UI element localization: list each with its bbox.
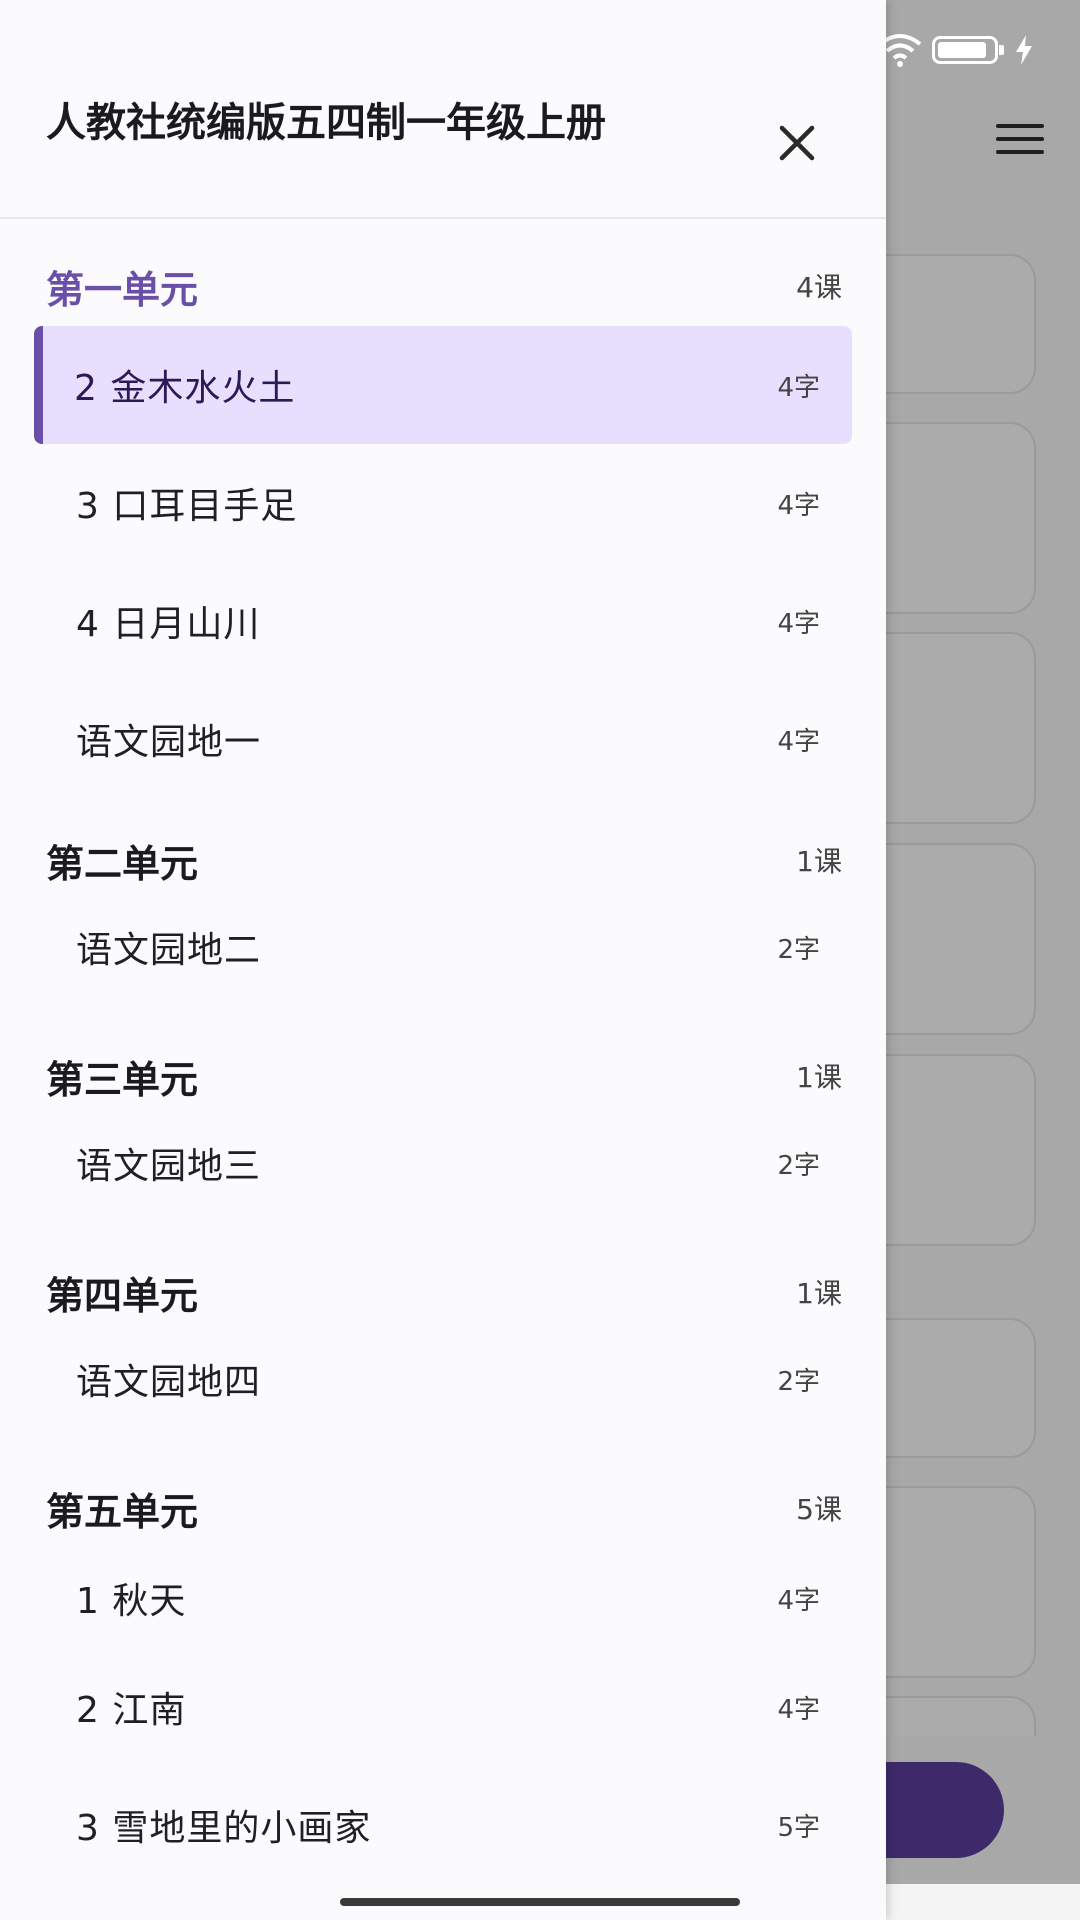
lesson-name: 语文园地二: [76, 930, 262, 971]
bottom-bar: [886, 1884, 1080, 1920]
lesson-item[interactable]: 4 日月山川 4字: [34, 562, 852, 680]
lesson-char-count: 4字: [777, 1694, 820, 1725]
lesson-char-count: 2字: [777, 1150, 820, 1181]
lesson-name: 4 日月山川: [76, 604, 261, 645]
lesson-item[interactable]: 语文园地三 2字: [34, 1116, 852, 1210]
unit-title: 第三单元: [46, 1057, 199, 1102]
lesson-item[interactable]: 3 口耳目手足 4字: [34, 444, 852, 562]
lesson-name: 语文园地四: [76, 1362, 262, 1403]
charging-icon: [1016, 35, 1032, 65]
unit-lesson-count: 1课: [796, 1061, 842, 1094]
lesson-char-count: 2字: [777, 1366, 820, 1397]
unit-title: 第一单元: [46, 267, 199, 312]
unit-title: 第五单元: [46, 1489, 199, 1534]
background-card[interactable]: [860, 422, 1036, 614]
lesson-item[interactable]: 语文园地四 2字: [34, 1332, 852, 1426]
unit-title: 第二单元: [46, 841, 199, 886]
unit-title: 第四单元: [46, 1273, 199, 1318]
lesson-item[interactable]: 2 金木水火土 4字: [34, 326, 852, 444]
lesson-item[interactable]: 2 江南 4字: [34, 1648, 852, 1766]
battery-icon: [932, 36, 1004, 64]
status-bar-icons: [878, 30, 1034, 70]
background-card[interactable]: [860, 632, 1036, 824]
lesson-item[interactable]: 语文园地一 4字: [34, 680, 852, 798]
background-card[interactable]: [860, 1696, 1036, 1736]
lesson-name: 2 金木水火土: [74, 368, 296, 409]
lesson-item[interactable]: 3 雪地里的小画家 5字: [34, 1766, 852, 1884]
background-card[interactable]: [860, 843, 1036, 1035]
drawer-header: 人教社统编版五四制一年级上册: [0, 0, 886, 219]
lesson-item[interactable]: 1 秋天 4字: [34, 1548, 852, 1648]
unit-lesson-count: 4课: [796, 271, 842, 304]
lesson-char-count: 2字: [777, 934, 820, 965]
unit-header[interactable]: 第五单元 5课: [0, 1468, 886, 1548]
lesson-char-count: 4字: [777, 372, 820, 403]
background-card[interactable]: [860, 1318, 1036, 1458]
unit-lesson-count: 1课: [796, 1277, 842, 1310]
unit-lesson-count: 1课: [796, 845, 842, 878]
lesson-char-count: 4字: [777, 490, 820, 521]
hamburger-menu-icon[interactable]: [996, 124, 1044, 154]
close-button[interactable]: [772, 118, 822, 168]
drawer-title: 人教社统编版五四制一年级上册: [46, 100, 606, 146]
lesson-char-count: 4字: [777, 1585, 820, 1616]
lesson-name: 语文园地三: [76, 1146, 262, 1187]
unit-header[interactable]: 第三单元 1课: [0, 1036, 886, 1116]
lesson-name: 3 口耳目手足: [76, 486, 298, 527]
unit-header[interactable]: 第二单元 1课: [0, 820, 886, 900]
lesson-item[interactable]: 语文园地二 2字: [34, 900, 852, 994]
catalog-list: 第一单元 4课 2 金木水火土 4字 3 口耳目手足 4字 4 日月山川 4字 …: [0, 246, 886, 1884]
lesson-name: 1 秋天: [76, 1581, 187, 1622]
catalog-drawer: 人教社统编版五四制一年级上册 第一单元 4课 2 金木水火土 4字 3 口耳目手…: [0, 0, 886, 1920]
lesson-name: 语文园地一: [76, 722, 262, 763]
lesson-char-count: 4字: [777, 726, 820, 757]
lesson-char-count: 5字: [777, 1812, 820, 1843]
lesson-char-count: 4字: [777, 608, 820, 639]
background-card[interactable]: [860, 254, 1036, 394]
unit-header[interactable]: 第四单元 1课: [0, 1252, 886, 1332]
home-indicator[interactable]: [340, 1898, 740, 1906]
background-card[interactable]: [860, 1054, 1036, 1246]
lesson-name: 3 雪地里的小画家: [76, 1808, 372, 1849]
background-card[interactable]: [860, 1486, 1036, 1678]
unit-lesson-count: 5课: [796, 1493, 842, 1526]
unit-header[interactable]: 第一单元 4课: [0, 246, 886, 326]
lesson-name: 2 江南: [76, 1690, 187, 1731]
close-icon: [779, 125, 815, 161]
